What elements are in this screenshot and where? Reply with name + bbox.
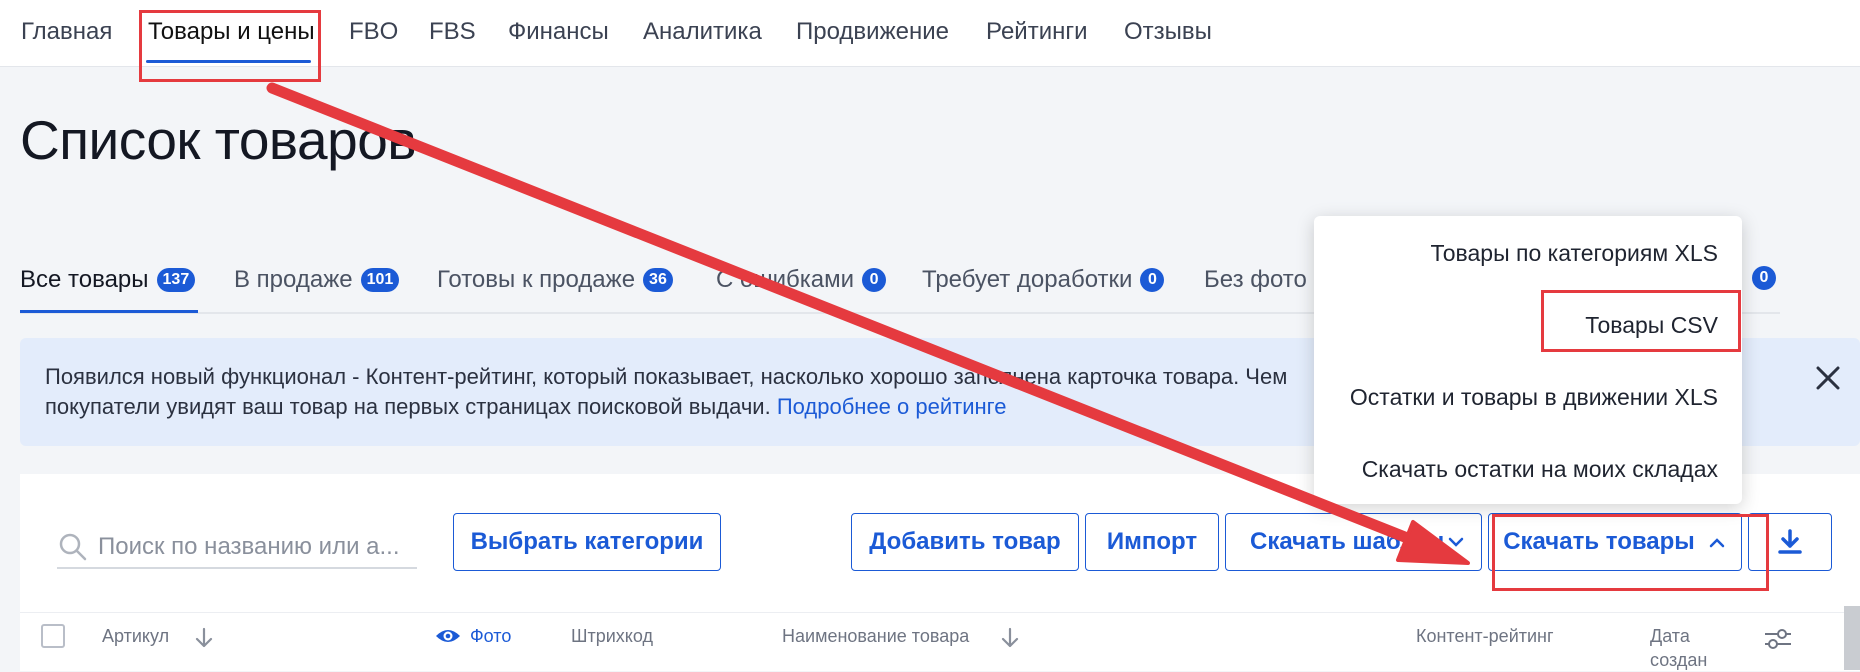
annotation-arrow bbox=[266, 82, 1470, 565]
